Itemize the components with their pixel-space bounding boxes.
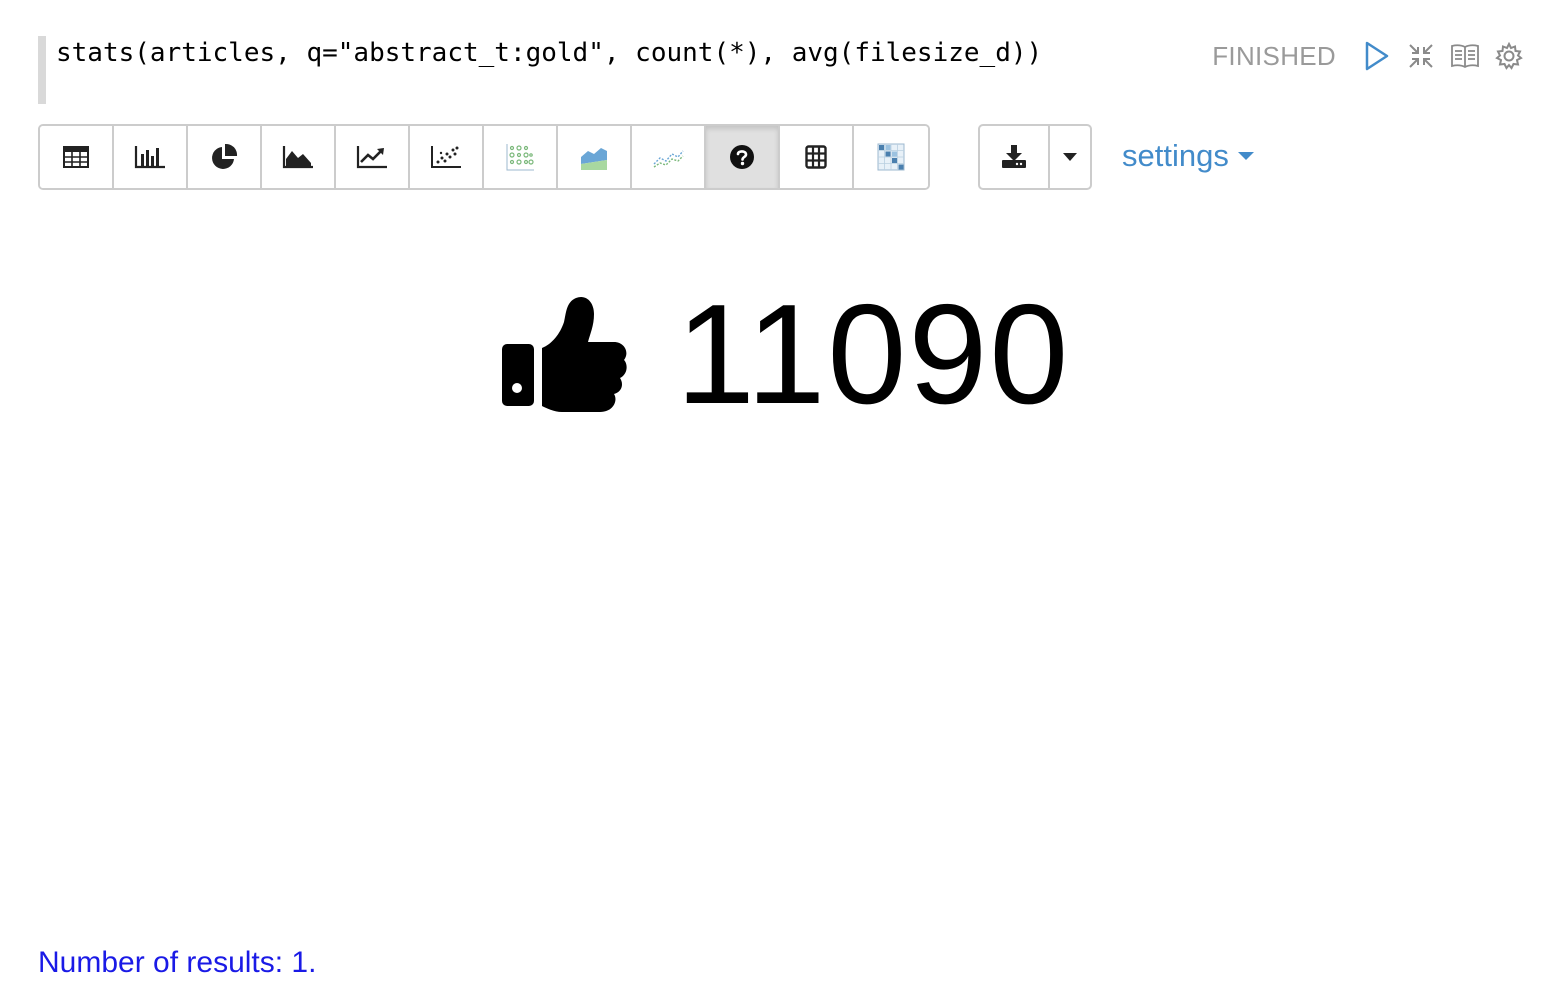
number-result: 11090 xyxy=(500,275,1100,434)
bar-chart-button[interactable] xyxy=(114,126,188,188)
paragraph-controls: FINISHED xyxy=(1212,36,1524,76)
matrix-icon xyxy=(877,143,905,171)
download-button[interactable] xyxy=(980,126,1050,188)
code-text[interactable]: stats(articles, q="abstract_t:gold", cou… xyxy=(56,36,1042,70)
run-icon[interactable] xyxy=(1362,38,1392,74)
bar-chart-icon xyxy=(134,146,165,169)
collapse-icon[interactable] xyxy=(1406,38,1436,74)
question-circle-icon xyxy=(730,145,754,169)
pie-chart-button[interactable] xyxy=(188,126,262,188)
download-icon xyxy=(1002,145,1026,168)
pie-chart-icon xyxy=(212,143,238,169)
status-label: FINISHED xyxy=(1212,40,1336,71)
thumbs-up-icon xyxy=(502,296,627,412)
line-chart-button[interactable] xyxy=(336,126,410,188)
matrix-button[interactable] xyxy=(854,126,928,188)
number-button[interactable] xyxy=(706,126,780,188)
gear-icon[interactable] xyxy=(1494,38,1524,74)
table-button[interactable] xyxy=(40,126,114,188)
area-chart-icon xyxy=(282,146,313,169)
download-dropdown-button[interactable] xyxy=(1050,126,1090,188)
visualization-toolbar xyxy=(38,124,930,190)
heatmap-icon xyxy=(506,144,534,171)
grid-icon xyxy=(805,145,827,169)
settings-label: settings xyxy=(1122,138,1229,173)
code-editor[interactable]: stats(articles, q="abstract_t:gold", cou… xyxy=(38,36,1188,104)
heatmap-button[interactable] xyxy=(484,126,558,188)
download-group xyxy=(978,124,1092,190)
result-count-text: Number of results: 1. xyxy=(38,946,317,979)
scatter-chart-button[interactable] xyxy=(410,126,484,188)
grid-button[interactable] xyxy=(780,126,854,188)
line-chart-icon xyxy=(356,146,387,169)
settings-dropdown[interactable]: settings xyxy=(1122,138,1255,174)
area-chart-button[interactable] xyxy=(262,126,336,188)
multi-line-icon xyxy=(653,150,684,168)
scatter-chart-icon xyxy=(431,146,461,168)
multi-line-button[interactable] xyxy=(632,126,706,188)
caret-down-icon xyxy=(1237,152,1254,160)
stacked-area-icon xyxy=(581,148,607,170)
book-icon[interactable] xyxy=(1450,38,1480,74)
table-icon xyxy=(63,146,89,168)
result-value: 11090 xyxy=(676,275,1071,434)
stacked-area-button[interactable] xyxy=(558,126,632,188)
caret-down-icon xyxy=(1063,153,1077,161)
